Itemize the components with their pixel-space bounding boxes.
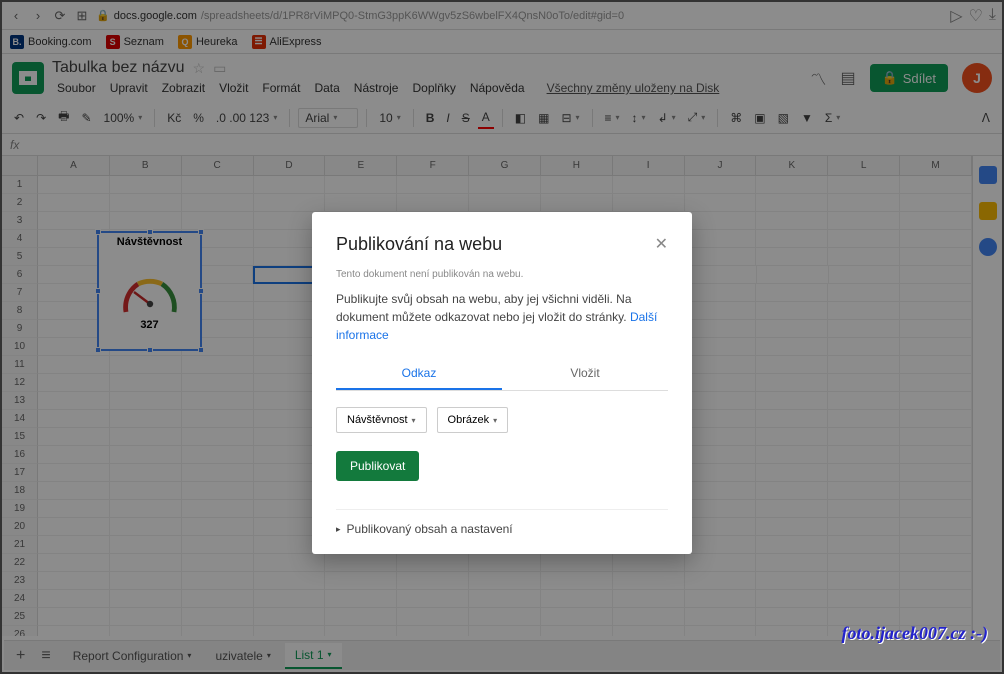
modal-title: Publikování na webu: [336, 234, 502, 255]
close-icon[interactable]: ✕: [655, 234, 668, 254]
format-select[interactable]: Obrázek: [437, 407, 509, 433]
sheet-select[interactable]: Návštěvnost: [336, 407, 427, 433]
publish-button[interactable]: Publikovat: [336, 451, 419, 481]
modal-tabs: OdkazVložit: [336, 358, 668, 391]
modal-subtitle: Tento dokument není publikován na webu.: [336, 269, 668, 280]
publish-modal: Publikování na webu ✕ Tento dokument nen…: [312, 212, 692, 554]
modal-description: Publikujte svůj obsah na webu, aby jej v…: [336, 290, 668, 344]
watermark: foto.ijacek007.cz :-): [842, 623, 988, 644]
expand-settings[interactable]: Publikovaný obsah a nastavení: [336, 522, 668, 536]
modal-tab[interactable]: Odkaz: [336, 358, 502, 390]
modal-overlay: Publikování na webu ✕ Tento dokument nen…: [2, 2, 1002, 672]
modal-tab[interactable]: Vložit: [502, 358, 668, 390]
